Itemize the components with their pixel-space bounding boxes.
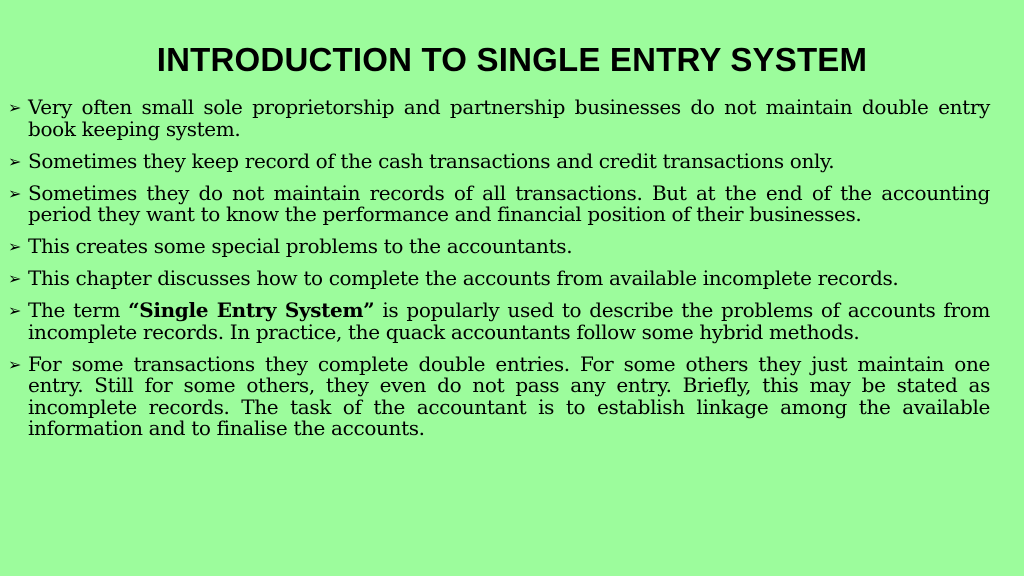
bullet-text-before: The term bbox=[28, 298, 129, 322]
bullet-text: Very often small sole proprietorship and… bbox=[28, 95, 990, 141]
arrowhead-bullet-icon: ➢ bbox=[8, 151, 22, 171]
bullet-text: Sometimes they keep record of the cash t… bbox=[28, 148, 835, 173]
arrowhead-bullet-icon: ➢ bbox=[8, 98, 22, 117]
bullet-text: For some transactions they complete doub… bbox=[28, 351, 990, 440]
slide-title: INTRODUCTION TO SINGLE ENTRY SYSTEM bbox=[156, 41, 868, 78]
bullet-list: ➢ Very often small sole proprietorship a… bbox=[8, 95, 990, 450]
bullet-text: Sometimes they do not maintain records o… bbox=[28, 180, 990, 226]
bullet-point: ➢ The term “Single Entry System” is popu… bbox=[8, 298, 990, 343]
bullet-point: ➢ Sometimes they do not maintain records… bbox=[8, 180, 990, 226]
bullet-point: ➢ Sometimes they keep record of the cash… bbox=[8, 148, 990, 173]
bold-term: “Single Entry System” bbox=[128, 298, 375, 322]
arrowhead-bullet-icon: ➢ bbox=[8, 237, 22, 256]
arrowhead-bullet-icon: ➢ bbox=[8, 354, 22, 374]
arrowhead-bullet-icon: ➢ bbox=[8, 301, 22, 320]
bullet-point: ➢ For some transactions they complete do… bbox=[8, 351, 990, 440]
bullet-point: ➢ This chapter discusses how to complete… bbox=[8, 266, 990, 290]
bullet-point: ➢ Very often small sole proprietorship a… bbox=[8, 95, 990, 141]
arrowhead-bullet-icon: ➢ bbox=[8, 183, 22, 203]
bullet-point: ➢ This creates some special problems to … bbox=[8, 234, 990, 258]
arrowhead-bullet-icon: ➢ bbox=[8, 269, 22, 288]
bullet-text: This chapter discusses how to complete t… bbox=[28, 266, 899, 290]
bullet-text: This creates some special problems to th… bbox=[28, 234, 573, 258]
